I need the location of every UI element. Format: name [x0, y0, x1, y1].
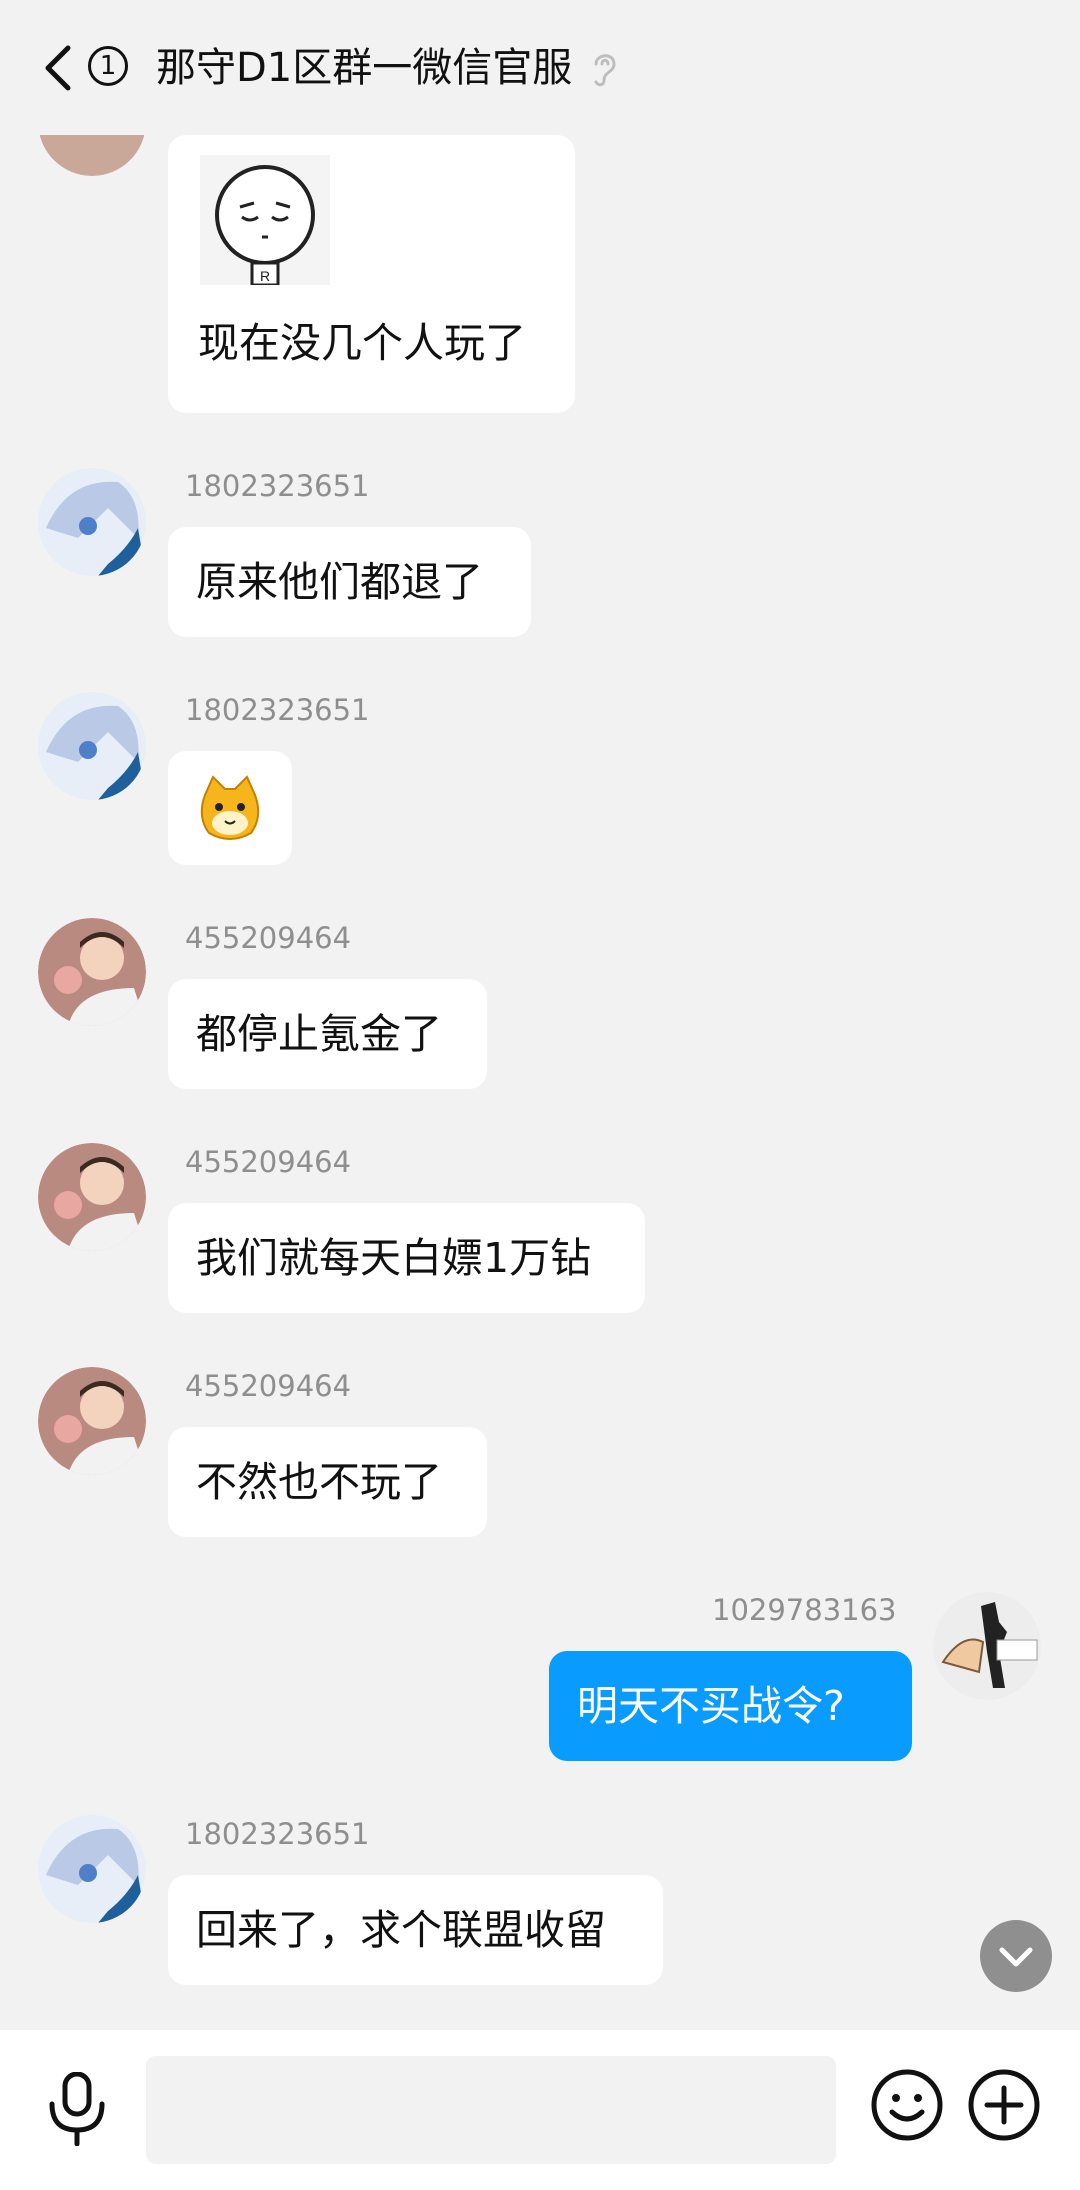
sender-id: 1802323651	[185, 469, 370, 503]
avatar-self-drawing[interactable]	[933, 1592, 1041, 1700]
input-bar	[0, 2030, 1080, 2190]
message-bubble[interactable]: 我们就每天白嫖1万钻	[168, 1203, 645, 1313]
message-input[interactable]	[146, 2056, 836, 2164]
message-bubble-mine[interactable]: 明天不买战令?	[549, 1651, 912, 1761]
scroll-to-bottom-button[interactable]	[980, 1920, 1052, 1992]
sender-id: 455209464	[185, 1145, 352, 1179]
avatar-boy-pig[interactable]	[38, 1143, 146, 1251]
cat-emoji	[200, 775, 260, 840]
sender-id: 1802323651	[185, 1817, 370, 1851]
unread-count-badge[interactable]: 1	[88, 46, 128, 86]
back-arrow-icon[interactable]	[40, 44, 74, 92]
chat-header: 1 那守D1区群一微信官服	[0, 0, 1080, 135]
sender-id: 1029783163	[712, 1593, 897, 1627]
sender-id: 455209464	[185, 1369, 352, 1403]
plus-icon[interactable]	[967, 2068, 1041, 2142]
avatar-anime-girl[interactable]	[38, 692, 146, 800]
shy-face-sticker: R	[200, 155, 330, 285]
sender-id: 455209464	[185, 921, 352, 955]
chat-title[interactable]: 那守D1区群一微信官服	[156, 40, 572, 96]
message-bubble[interactable]: 回来了，求个联盟收留	[168, 1875, 663, 1985]
svg-text:R: R	[260, 268, 270, 284]
emoji-icon[interactable]	[870, 2068, 944, 2142]
message-bubble[interactable]: 不然也不玩了	[168, 1427, 487, 1537]
ear-icon[interactable]	[590, 48, 620, 90]
avatar-anime-girl[interactable]	[38, 468, 146, 576]
microphone-icon[interactable]	[44, 2072, 110, 2146]
message-bubble[interactable]: 都停止氪金了	[168, 979, 487, 1089]
message-bubble[interactable]: R 现在没几个人玩了	[168, 135, 575, 413]
sender-id: 1802323651	[185, 693, 370, 727]
message-text: 现在没几个人玩了	[198, 319, 526, 367]
message-bubble[interactable]: 原来他们都退了	[168, 527, 531, 637]
avatar-anime-girl[interactable]	[38, 1815, 146, 1923]
message-list[interactable]: R 现在没几个人玩了 1802323651 原来他们都退了 1802323651…	[0, 0, 1080, 2030]
avatar-boy-pig[interactable]	[38, 918, 146, 1026]
chevron-down-icon	[999, 1947, 1033, 1967]
avatar-boy-pig[interactable]	[38, 1367, 146, 1475]
message-bubble[interactable]	[168, 751, 292, 865]
